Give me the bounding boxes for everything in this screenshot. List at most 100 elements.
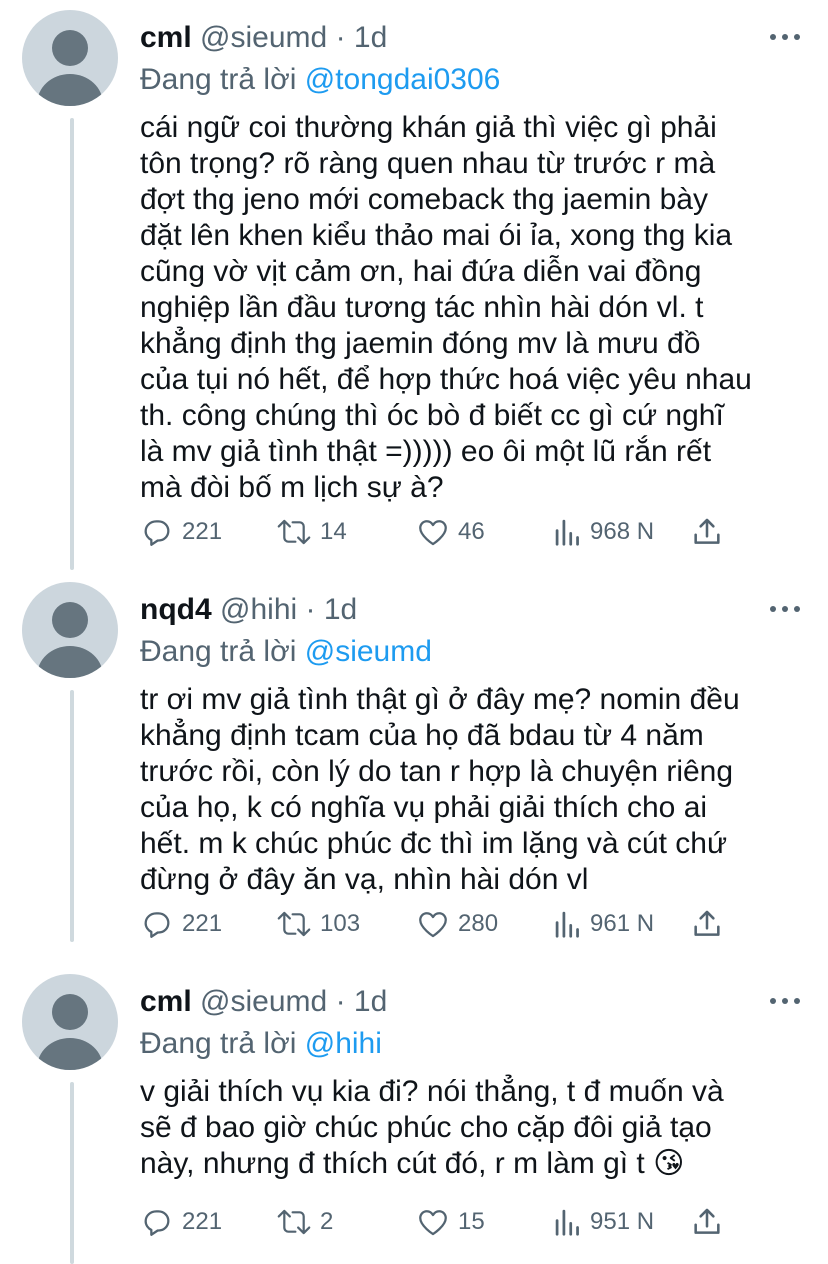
retweet-icon (277, 519, 311, 545)
tweet-text-line: hết. m k chúc phúc đc thì im lặng và cút… (140, 827, 728, 860)
like-count: 280 (458, 910, 499, 937)
tweet-text: v giải thích vụ kia đi? nói thẳng, t đ m… (140, 1074, 812, 1182)
reply-button[interactable]: 221 (140, 904, 222, 944)
retweet-button[interactable]: 14 (276, 512, 347, 552)
reply-count: 221 (182, 910, 223, 937)
tweet-text-line: khẳng định tcam của họ đã bdau từ 4 năm (140, 719, 704, 752)
heart-icon (419, 520, 447, 546)
tweet-header: nqd4 @hihi · 1d (140, 592, 357, 628)
heart-icon (419, 912, 447, 938)
retweet-button[interactable]: 2 (276, 1202, 333, 1242)
tweet-text-line: cũng vờ vịt cảm ơn, hai đứa diễn vai đồn… (140, 255, 702, 288)
avatar[interactable] (22, 582, 118, 678)
tweet-header: cml @sieumd · 1d (140, 984, 387, 1020)
user-handle[interactable]: @sieumd (200, 21, 327, 54)
user-name[interactable]: cml (140, 21, 192, 54)
timestamp[interactable]: 1d (324, 593, 357, 626)
reply-prefix: Đang trả lời (140, 635, 297, 668)
more-options-icon[interactable] (770, 996, 800, 1006)
avatar-body-shape (37, 1038, 103, 1070)
user-name[interactable]: nqd4 (140, 593, 212, 626)
like-button[interactable]: 46 (416, 512, 485, 552)
share-button[interactable] (690, 904, 724, 944)
like-count: 46 (458, 518, 485, 545)
tweet-actions: 221 103 280 961 N (140, 904, 800, 944)
share-button[interactable] (690, 512, 724, 552)
views-button[interactable]: 951 N (554, 1202, 654, 1242)
views-icon (555, 519, 579, 546)
tweet-text-line: của tụi nó hết, để hợp thức hoá việc yêu… (140, 363, 752, 396)
retweet-icon (277, 1209, 311, 1235)
tweet[interactable]: nqd4 @hihi · 1d Đang trả lời @sieumd tr … (0, 582, 828, 954)
tweet-text-line: v giải thích vụ kia đi? nói thẳng, t đ m… (140, 1075, 724, 1108)
tweet[interactable]: cml @sieumd · 1d Đang trả lời @hihi v gi… (0, 974, 828, 1264)
tweet-text-line: này, nhưng đ thích cút đó, r m làm gì t … (140, 1147, 685, 1180)
user-handle[interactable]: @hihi (220, 593, 297, 626)
reply-context: Đang trả lời @hihi (140, 1026, 382, 1062)
tweet-text-line: sẽ đ bao giờ chúc phúc cho cặp đôi giả t… (140, 1111, 712, 1144)
like-count: 15 (458, 1208, 485, 1235)
reply-count: 221 (182, 518, 223, 545)
tweet-text-line: tr ơi mv giả tình thật gì ở đây mẹ? nomi… (140, 683, 740, 716)
avatar[interactable] (22, 10, 118, 106)
tweet-text-line: tôn trọng? rõ ràng quen nhau từ trước r … (140, 147, 716, 180)
tweet-text-line: khẳng định thg jaemin đóng mv là mưu đồ (140, 327, 701, 360)
tweet-actions: 221 14 46 968 N (140, 512, 800, 552)
retweet-count: 103 (320, 910, 361, 937)
reply-mention-link[interactable]: @hihi (305, 1027, 382, 1060)
retweet-count: 14 (320, 518, 347, 545)
tweet-text-line: đừng ở đây ăn vạ, nhìn hài dón vl (140, 863, 589, 896)
more-options-icon[interactable] (770, 32, 800, 42)
reply-context: Đang trả lời @sieumd (140, 634, 432, 670)
tweet-actions: 221 2 15 951 N (140, 1202, 800, 1242)
separator: · (335, 985, 346, 1018)
reply-icon (144, 1210, 170, 1236)
views-count: 968 N (590, 518, 655, 545)
avatar-body-shape (37, 646, 103, 678)
share-icon (694, 1208, 720, 1234)
avatar-body-shape (37, 74, 103, 106)
more-options-icon[interactable] (770, 604, 800, 614)
timestamp[interactable]: 1d (354, 985, 387, 1018)
user-name[interactable]: cml (140, 985, 192, 1018)
retweet-icon (277, 911, 311, 937)
views-count: 951 N (590, 1208, 655, 1235)
like-button[interactable]: 280 (416, 904, 498, 944)
tweet-text-line: là mv giả tình thật =))))) eo ôi một lũ … (140, 435, 712, 468)
retweet-button[interactable]: 103 (276, 904, 360, 944)
tweet-text: cái ngữ coi thường khán giả thì việc gì … (140, 110, 812, 506)
heart-icon (419, 1210, 447, 1236)
reply-icon (144, 520, 170, 546)
views-button[interactable]: 961 N (554, 904, 654, 944)
reply-prefix: Đang trả lời (140, 1027, 297, 1060)
tweet-text-line: trước rồi, còn lý do tan r hợp là chuyện… (140, 755, 734, 788)
user-handle[interactable]: @sieumd (200, 985, 327, 1018)
avatar-head-shape (52, 994, 88, 1030)
tweet-text-line: đặt lên khen kiểu thảo mai ói ỉa, xong t… (140, 219, 733, 252)
separator: · (335, 21, 346, 54)
tweet[interactable]: cml @sieumd · 1d Đang trả lời @tongdai03… (0, 10, 828, 580)
share-icon (694, 518, 720, 544)
timestamp[interactable]: 1d (354, 21, 387, 54)
retweet-count: 2 (320, 1208, 334, 1235)
views-icon (555, 911, 579, 938)
reply-button[interactable]: 221 (140, 1202, 222, 1242)
like-button[interactable]: 15 (416, 1202, 485, 1242)
views-button[interactable]: 968 N (554, 512, 654, 552)
reply-mention-link[interactable]: @sieumd (305, 635, 432, 668)
tweet-text-line: mà đòi bố m lịch sự à? (140, 471, 444, 504)
share-button[interactable] (690, 1202, 724, 1242)
tweet-text-line: cái ngữ coi thường khán giả thì việc gì … (140, 111, 717, 144)
tweet-text-line: nghiệp lần đầu tương tác nhìn hài dón vl… (140, 291, 704, 324)
reply-button[interactable]: 221 (140, 512, 222, 552)
avatar[interactable] (22, 974, 118, 1070)
avatar-head-shape (52, 30, 88, 66)
share-icon (694, 910, 720, 936)
views-count: 961 N (590, 910, 655, 937)
tweet-header: cml @sieumd · 1d (140, 20, 387, 56)
avatar-head-shape (52, 602, 88, 638)
tweet-text-line: th. công chúng thì óc bò đ biết cc gì cứ… (140, 399, 724, 432)
reply-prefix: Đang trả lời (140, 63, 297, 96)
reply-mention-link[interactable]: @tongdai0306 (305, 63, 501, 96)
tweet-text-line: đợt thg jeno mới comeback thg jaemin bày (140, 183, 708, 216)
